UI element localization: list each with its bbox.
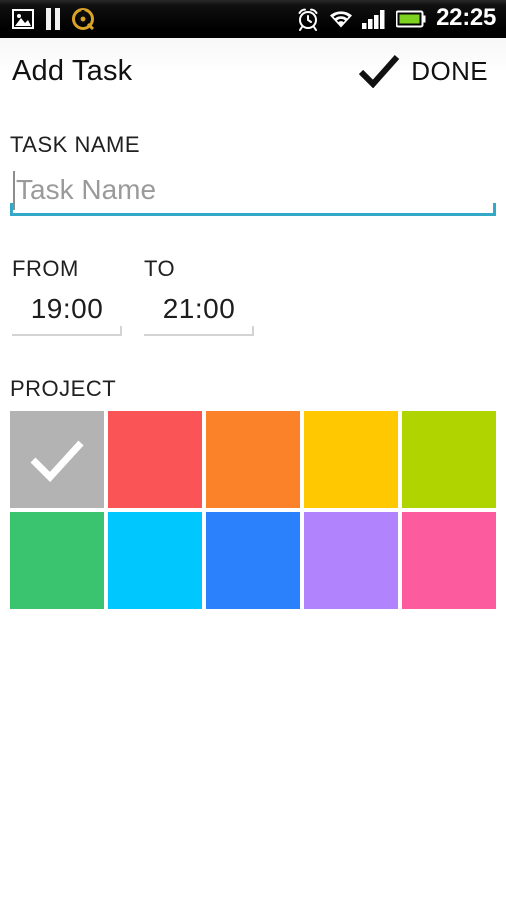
battery-icon (395, 10, 426, 28)
swatch-lime[interactable] (402, 411, 496, 508)
task-name-input-wrapper[interactable] (10, 168, 496, 216)
swatch-purple[interactable] (304, 512, 398, 609)
page-title: Add Task (12, 54, 133, 87)
check-icon (358, 54, 400, 89)
alarm-clock-icon (296, 7, 320, 31)
status-bar: 22:25 (0, 0, 506, 38)
swatch-yellow[interactable] (304, 411, 398, 508)
done-button[interactable]: DONE (358, 54, 488, 89)
project-section: PROJECT (10, 376, 496, 609)
gallery-image-icon (12, 8, 34, 29)
project-label: PROJECT (10, 376, 117, 401)
task-name-section: TASK NAME (10, 132, 496, 216)
from-time-field: FROM 19:00 (12, 256, 142, 336)
form-content: TASK NAME FROM 19:00 TO 21:00 (0, 132, 506, 609)
wifi-icon (328, 9, 354, 29)
to-time-picker[interactable]: 21:00 (144, 290, 254, 336)
project-color-grid (10, 411, 496, 609)
to-time-label: TO (144, 256, 176, 281)
task-name-input[interactable] (10, 168, 496, 212)
from-time-value: 19:00 (30, 293, 104, 324)
to-time-value: 21:00 (162, 293, 236, 324)
to-time-field: TO 21:00 (144, 256, 274, 336)
done-button-label: DONE (411, 55, 488, 86)
time-range-section: FROM 19:00 TO 21:00 (10, 256, 496, 336)
check-icon (30, 440, 84, 482)
swatch-pink[interactable] (402, 512, 496, 609)
swatch-blue[interactable] (206, 512, 300, 609)
from-time-label: FROM (12, 256, 79, 281)
status-bar-left-icons (12, 7, 95, 30)
swatch-gray[interactable] (10, 411, 104, 508)
text-cursor (13, 171, 15, 210)
task-name-label: TASK NAME (10, 132, 141, 157)
swatch-red[interactable] (108, 411, 202, 508)
app-screen: 22:25 Add Task DONE TASK NAME Task Name … (0, 0, 506, 900)
cellular-signal-icon (362, 9, 388, 29)
action-bar: Add Task DONE (0, 38, 506, 104)
compass-sync-icon (72, 7, 95, 30)
from-time-picker[interactable]: 19:00 (12, 290, 122, 336)
pause-media-icon (45, 7, 61, 30)
status-bar-right-icons: 22:25 (296, 4, 496, 34)
status-bar-clock: 22:25 (436, 3, 496, 31)
swatch-cyan[interactable] (108, 512, 202, 609)
swatch-orange[interactable] (206, 411, 300, 508)
swatch-green[interactable] (10, 512, 104, 609)
